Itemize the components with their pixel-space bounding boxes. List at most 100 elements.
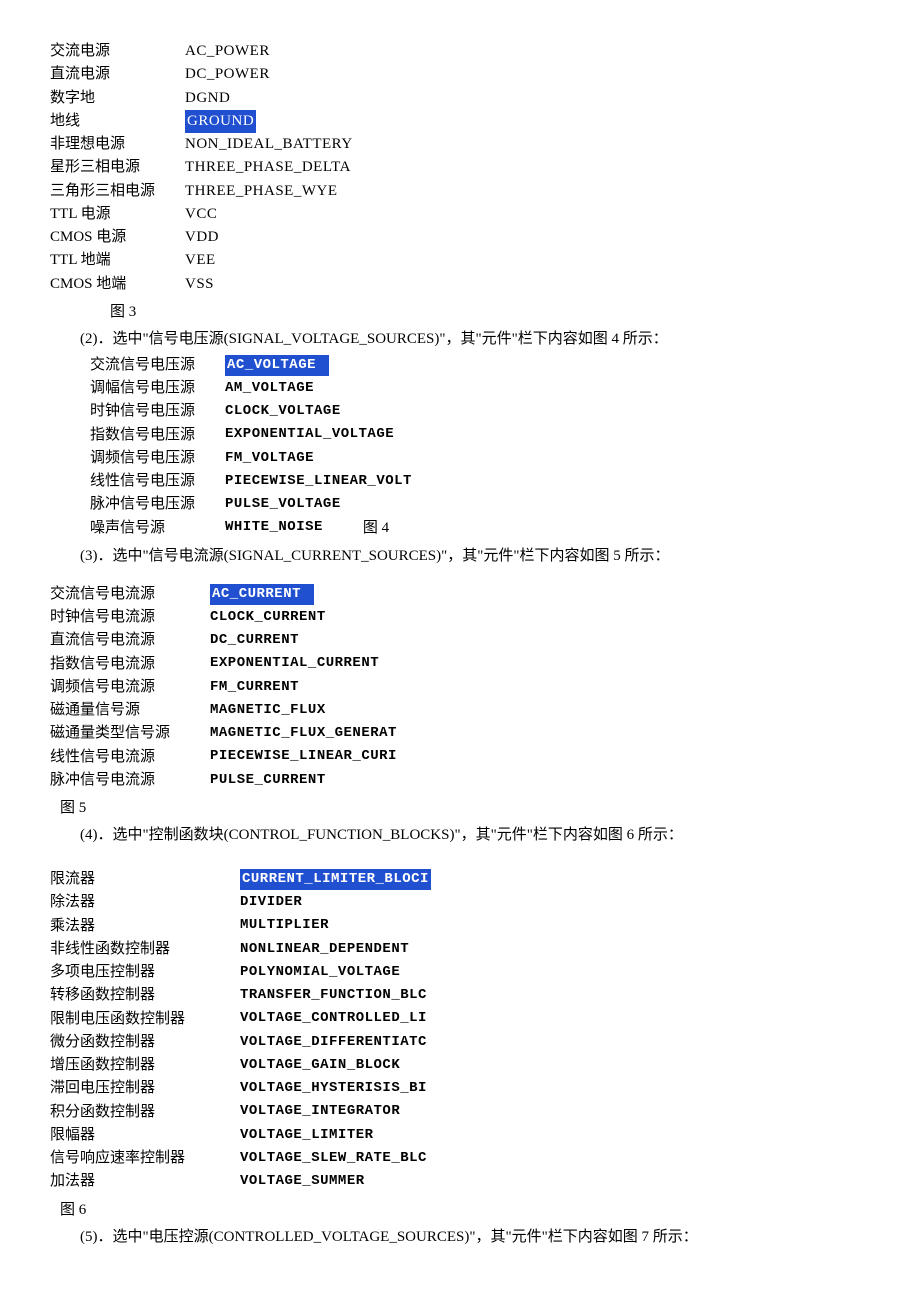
label-cn: 磁通量类型信号源	[50, 722, 210, 745]
table-row: CMOS 地端VSS	[50, 273, 870, 296]
table-row: 乘法器MULTIPLIER	[50, 915, 870, 938]
fig4-label: 图 4	[363, 517, 389, 540]
label-en: VOLTAGE_SLEW_RATE_BLC	[240, 1148, 427, 1170]
label-en: VOLTAGE_GAIN_BLOCK	[240, 1055, 400, 1077]
table-row: 调幅信号电压源AM_VOLTAGE	[90, 377, 870, 400]
label-cn: 调频信号电流源	[50, 676, 210, 699]
label-en: PIECEWISE_LINEAR_VOLT	[225, 471, 412, 493]
label-en: AC_POWER	[185, 40, 270, 63]
table-row: 非理想电源NON_IDEAL_BATTERY	[50, 133, 870, 156]
label-cn: CMOS 地端	[50, 273, 185, 296]
table-row: 限制电压函数控制器VOLTAGE_CONTROLLED_LI	[50, 1008, 870, 1031]
label-cn: 脉冲信号电压源	[90, 493, 225, 516]
label-cn: 交流电源	[50, 40, 185, 63]
table-row: 信号响应速率控制器VOLTAGE_SLEW_RATE_BLC	[50, 1147, 870, 1170]
table-row: 脉冲信号电压源PULSE_VOLTAGE	[90, 493, 870, 516]
label-cn: 地线	[50, 110, 185, 133]
label-cn: 磁通量信号源	[50, 699, 210, 722]
table-row: 交流电源AC_POWER	[50, 40, 870, 63]
label-en: EXPONENTIAL_CURRENT	[210, 653, 379, 675]
fig4-table: 交流信号电压源AC_VOLTAGE调幅信号电压源AM_VOLTAGE时钟信号电压…	[50, 354, 870, 540]
label-en: GROUND	[185, 110, 256, 133]
label-cn: 时钟信号电流源	[50, 606, 210, 629]
label-en: POLYNOMIAL_VOLTAGE	[240, 962, 400, 984]
label-cn: 时钟信号电压源	[90, 400, 225, 423]
label-cn: 指数信号电压源	[90, 424, 225, 447]
label-cn: 三角形三相电源	[50, 180, 185, 203]
label-cn: 增压函数控制器	[50, 1054, 240, 1077]
table-row: 交流信号电流源AC_CURRENT	[50, 583, 870, 606]
label-en: THREE_PHASE_DELTA	[185, 156, 351, 179]
label-cn: 信号响应速率控制器	[50, 1147, 240, 1170]
table-row: 限流器CURRENT_LIMITER_BLOCI	[50, 868, 870, 891]
table-row: 指数信号电压源EXPONENTIAL_VOLTAGE	[90, 424, 870, 447]
table-row: 转移函数控制器TRANSFER_FUNCTION_BLC	[50, 984, 870, 1007]
table-row: 噪声信号源WHITE_NOISE 图 4	[90, 517, 870, 540]
table-row: 直流电源DC_POWER	[50, 63, 870, 86]
label-en: DC_POWER	[185, 63, 270, 86]
label-cn: 调幅信号电压源	[90, 377, 225, 400]
table-row: 时钟信号电压源CLOCK_VOLTAGE	[90, 400, 870, 423]
label-cn: 线性信号电流源	[50, 746, 210, 769]
label-en: VCC	[185, 203, 217, 226]
label-cn: 非理想电源	[50, 133, 185, 156]
label-en: CLOCK_VOLTAGE	[225, 401, 341, 423]
table-row: TTL 地端VEE	[50, 249, 870, 272]
label-cn: 除法器	[50, 891, 240, 914]
label-en: FM_CURRENT	[210, 677, 299, 699]
label-en: AM_VOLTAGE	[225, 378, 314, 400]
label-en: DC_CURRENT	[210, 630, 299, 652]
table-row: 脉冲信号电流源PULSE_CURRENT	[50, 769, 870, 792]
label-cn: 滞回电压控制器	[50, 1077, 240, 1100]
label-en: WHITE_NOISE	[225, 517, 323, 539]
fig3-table: 交流电源AC_POWER直流电源DC_POWER数字地DGND地线GROUND非…	[50, 40, 870, 296]
table-row: 指数信号电流源EXPONENTIAL_CURRENT	[50, 653, 870, 676]
fig5-table: 交流信号电流源AC_CURRENT时钟信号电流源CLOCK_CURRENT直流信…	[50, 583, 870, 792]
table-row: 微分函数控制器VOLTAGE_DIFFERENTIATC	[50, 1031, 870, 1054]
label-cn: 积分函数控制器	[50, 1101, 240, 1124]
label-en: VOLTAGE_INTEGRATOR	[240, 1101, 400, 1123]
fig6-label: 图 6	[50, 1198, 870, 1219]
table-row: 直流信号电流源DC_CURRENT	[50, 629, 870, 652]
label-cn: 限流器	[50, 868, 240, 891]
label-cn: 限制电压函数控制器	[50, 1008, 240, 1031]
label-en: MULTIPLIER	[240, 915, 329, 937]
label-en: AC_CURRENT	[210, 584, 314, 606]
label-en: PULSE_VOLTAGE	[225, 494, 341, 516]
label-cn: 乘法器	[50, 915, 240, 938]
label-cn: 加法器	[50, 1170, 240, 1193]
label-cn: 直流信号电流源	[50, 629, 210, 652]
table-row: 滞回电压控制器VOLTAGE_HYSTERISIS_BI	[50, 1077, 870, 1100]
label-en: TRANSFER_FUNCTION_BLC	[240, 985, 427, 1007]
label-cn: 交流信号电流源	[50, 583, 210, 606]
label-en: DGND	[185, 87, 230, 110]
label-en: DIVIDER	[240, 892, 302, 914]
label-en: MAGNETIC_FLUX_GENERAT	[210, 723, 397, 745]
label-en: VOLTAGE_LIMITER	[240, 1125, 374, 1147]
fig3-label: 图 3	[50, 300, 870, 321]
label-cn: 噪声信号源	[90, 517, 225, 540]
para-3: (3)．选中"信号电流源(SIGNAL_CURRENT_SOURCES)"，其"…	[50, 544, 870, 565]
table-row: TTL 电源VCC	[50, 203, 870, 226]
label-en: VOLTAGE_DIFFERENTIATC	[240, 1032, 427, 1054]
label-en: THREE_PHASE_WYE	[185, 180, 338, 203]
table-row: 多项电压控制器POLYNOMIAL_VOLTAGE	[50, 961, 870, 984]
table-row: 磁通量信号源MAGNETIC_FLUX	[50, 699, 870, 722]
label-en: VSS	[185, 273, 214, 296]
label-cn: 微分函数控制器	[50, 1031, 240, 1054]
table-row: 三角形三相电源THREE_PHASE_WYE	[50, 180, 870, 203]
label-en: VDD	[185, 226, 219, 249]
table-row: 除法器DIVIDER	[50, 891, 870, 914]
label-cn: 非线性函数控制器	[50, 938, 240, 961]
table-row: 积分函数控制器VOLTAGE_INTEGRATOR	[50, 1101, 870, 1124]
fig5-label: 图 5	[50, 796, 870, 817]
table-row: 地线GROUND	[50, 110, 870, 133]
table-row: 非线性函数控制器NONLINEAR_DEPENDENT	[50, 938, 870, 961]
label-en: PIECEWISE_LINEAR_CURI	[210, 746, 397, 768]
table-row: CMOS 电源VDD	[50, 226, 870, 249]
label-en: VOLTAGE_CONTROLLED_LI	[240, 1008, 427, 1030]
label-cn: 直流电源	[50, 63, 185, 86]
table-row: 增压函数控制器VOLTAGE_GAIN_BLOCK	[50, 1054, 870, 1077]
label-en: NONLINEAR_DEPENDENT	[240, 939, 409, 961]
label-en: VOLTAGE_HYSTERISIS_BI	[240, 1078, 427, 1100]
